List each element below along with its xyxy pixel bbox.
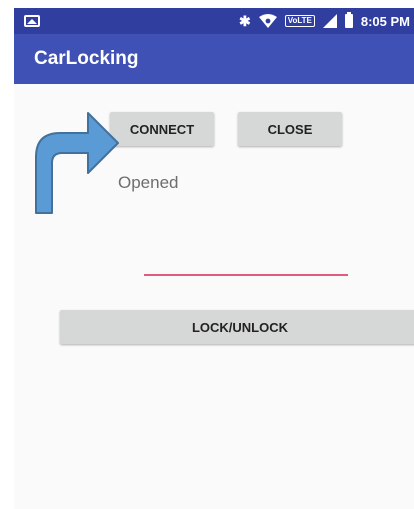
gallery-icon: [24, 15, 40, 27]
connection-status-text: Opened: [118, 173, 179, 192]
bluetooth-icon: ✱: [238, 12, 251, 29]
battery-icon: [344, 12, 353, 28]
lock-unlock-button[interactable]: LOCK/UNLOCK: [60, 310, 414, 344]
signal-icon: [322, 14, 337, 28]
wifi-icon: [258, 14, 277, 28]
annotation-arrow-icon: [35, 112, 119, 214]
app-screen: ✱ VoLTE 8:05 PM CarLocking CONNECT CLOSE…: [14, 8, 414, 509]
status-icons: ✱ VoLTE 8:05 PM: [239, 8, 410, 34]
status-time: 8:05 PM: [360, 13, 410, 29]
connect-button[interactable]: CONNECT: [110, 112, 214, 146]
volte-badge: VoLTE: [284, 15, 315, 27]
app-title: CarLocking: [34, 48, 139, 69]
status-bar: ✱ VoLTE 8:05 PM: [14, 8, 414, 34]
app-bar: CarLocking: [14, 34, 414, 84]
command-input[interactable]: [144, 256, 348, 276]
close-button[interactable]: CLOSE: [238, 112, 342, 146]
